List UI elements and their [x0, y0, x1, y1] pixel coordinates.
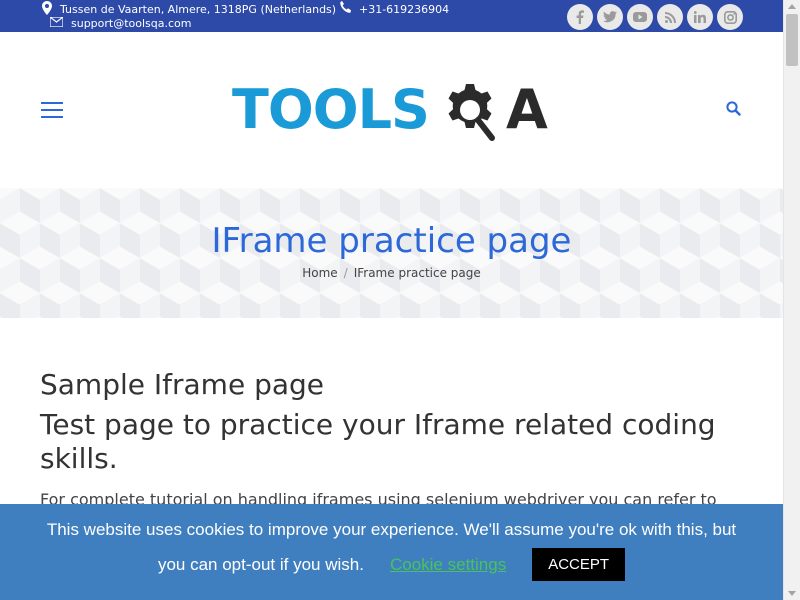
vertical-scrollbar[interactable] [783, 0, 800, 600]
svg-text:TOOLS: TOOLS [232, 78, 429, 141]
page-title-banner: IFrame practice page Home / IFrame practic… [0, 188, 783, 318]
breadcrumb-home[interactable]: Home [302, 266, 337, 280]
envelope-icon [49, 16, 64, 30]
top-bar: Tussen de Vaarten, Almere, 1318PG (Nethe… [0, 0, 783, 32]
facebook-icon[interactable] [567, 4, 593, 30]
breadcrumb: Home / IFrame practice page [0, 266, 783, 280]
cookie-actions: you can opt-out if you wish. Cookie sett… [0, 548, 783, 581]
content-heading: Sample Iframe page [40, 368, 325, 401]
accept-button[interactable]: ACCEPT [532, 548, 626, 581]
phone-text[interactable]: +31-619236904 [359, 3, 449, 16]
rss-icon[interactable] [657, 4, 683, 30]
map-pin-icon [42, 1, 52, 18]
address-info: Tussen de Vaarten, Almere, 1318PG (Nethe… [42, 1, 336, 18]
svg-text:A: A [506, 78, 548, 141]
breadcrumb-separator: / [343, 266, 348, 280]
phone-info: +31-619236904 [340, 1, 449, 17]
linkedin-icon[interactable] [687, 4, 713, 30]
youtube-icon[interactable] [627, 4, 653, 30]
phone-icon [340, 1, 351, 17]
scroll-up-arrow-icon[interactable] [788, 4, 796, 9]
menu-icon[interactable] [41, 102, 63, 118]
cookie-message-2: you can opt-out if you wish. [157, 554, 364, 574]
page-title: IFrame practice page [211, 221, 572, 261]
cookie-consent-bar: This website uses cookies to improve you… [0, 504, 783, 600]
site-header: TOOLS A [0, 32, 783, 188]
main-content: Sample Iframe page Test page to practice… [40, 368, 740, 509]
page: Tussen de Vaarten, Almere, 1318PG (Nethe… [0, 0, 800, 600]
email-text[interactable]: support@toolsqa.com [71, 17, 192, 30]
search-icon[interactable] [726, 101, 741, 120]
scroll-down-arrow-icon[interactable] [788, 591, 796, 596]
twitter-icon[interactable] [597, 4, 623, 30]
address-text: Tussen de Vaarten, Almere, 1318PG (Nethe… [60, 3, 337, 16]
instagram-icon[interactable] [717, 4, 743, 30]
content-subheading: Test page to practice your Iframe relate… [40, 408, 716, 475]
breadcrumb-current: IFrame practice page [353, 266, 481, 280]
social-links [567, 4, 743, 30]
scrollbar-thumb[interactable] [786, 14, 798, 66]
cookie-message: This website uses cookies to improve you… [46, 520, 737, 539]
email-info: support@toolsqa.com [49, 16, 192, 30]
toolsqa-logo[interactable]: TOOLS A [232, 78, 556, 154]
cookie-settings-link[interactable]: Cookie settings [390, 555, 506, 575]
